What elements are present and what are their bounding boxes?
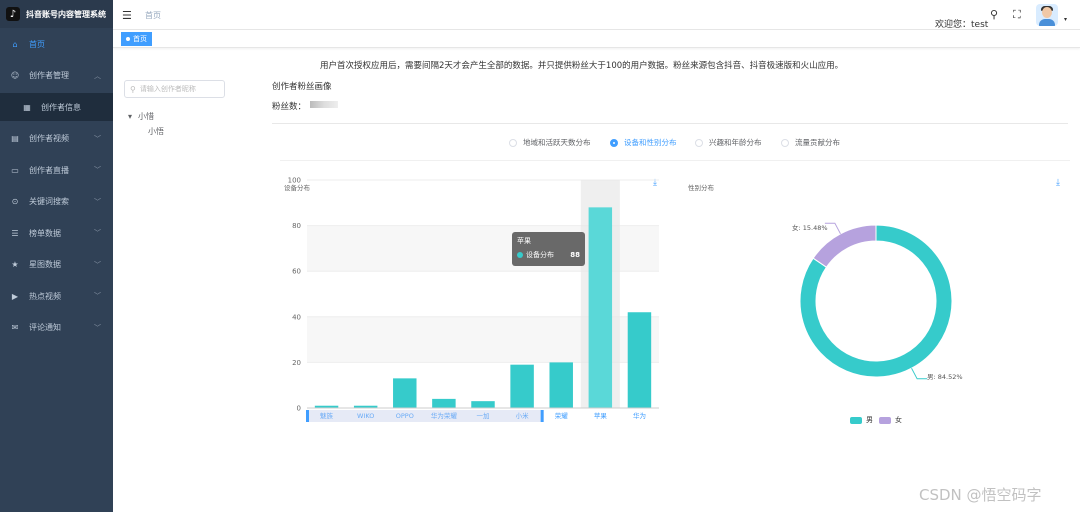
y-tick-label: 0 [297,405,301,413]
y-tick-label: 40 [292,313,301,321]
zoom-handle [306,410,309,422]
chart-tooltip: 苹果 设备分布 88 [512,232,585,266]
pie-label-male: 男: 84.52% [927,373,963,381]
tooltip-category: 苹果 [517,237,531,245]
bar [588,207,613,408]
x-tick-label: 荣耀 [555,411,569,420]
y-tick-label: 60 [292,268,301,276]
zoom-slider [307,410,542,422]
legend-label: 女 [895,416,902,424]
bar [510,364,534,408]
y-tick-label: 80 [292,222,301,230]
bar [549,362,573,408]
bar [432,398,456,408]
legend-swatch [879,416,891,424]
bar [393,378,417,408]
legend-label: 男 [866,416,873,424]
legend-item-male[interactable]: 男 [850,415,873,425]
legend-swatch [850,416,862,424]
tooltip-series: 设备分布 [526,251,554,259]
tooltip-value: 88 [570,251,580,259]
bar [471,401,495,408]
watermark: CSDN @悟空码字 [919,486,1042,504]
bar [627,312,652,408]
pie-label-female: 女: 15.48% [792,224,828,232]
y-tick-label: 20 [292,359,301,367]
x-tick-label: 苹果 [594,411,608,420]
x-tick-label: 华为 [633,411,646,420]
zoom-handle [540,410,544,422]
y-tick-label: 100 [288,177,301,185]
tooltip-dot-icon [517,252,523,258]
legend-item-female[interactable]: 女 [879,415,902,425]
pie-leader-line [911,367,928,380]
